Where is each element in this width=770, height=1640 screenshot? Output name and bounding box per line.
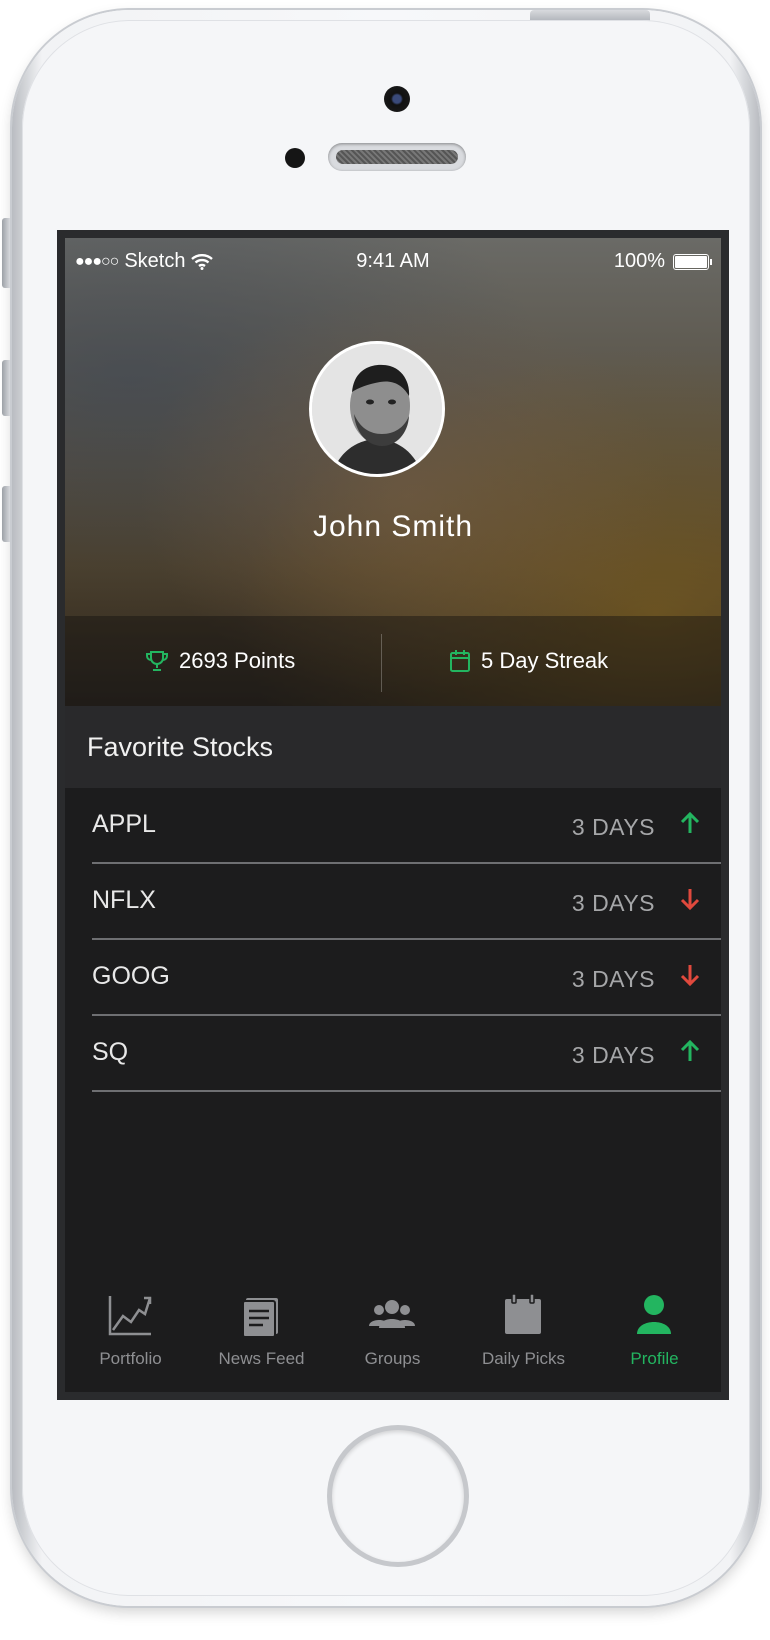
arrow-up-icon xyxy=(680,811,700,833)
tab-profile[interactable]: Profile xyxy=(589,1278,720,1392)
stock-symbol: GOOG xyxy=(92,962,170,990)
chart-line-icon xyxy=(108,1296,152,1336)
tab-label: Profile xyxy=(630,1349,679,1368)
volume-up-button xyxy=(2,360,10,416)
proximity-sensor xyxy=(285,148,305,168)
home-button[interactable] xyxy=(332,1430,464,1562)
stock-row-goog[interactable]: GOOG 3 DAYS xyxy=(92,940,721,1016)
trophy-icon xyxy=(146,651,168,671)
earpiece-speaker xyxy=(328,143,466,171)
tab-daily-picks[interactable]: Daily Picks xyxy=(458,1278,589,1392)
stats-bar: 2693 Points 5 Day Streak xyxy=(65,616,721,706)
battery-icon xyxy=(673,253,712,270)
front-camera xyxy=(384,86,410,112)
avatar-photo xyxy=(312,344,442,474)
favorite-stocks-header: Favorite Stocks xyxy=(65,706,721,788)
stock-duration: 3 DAYS xyxy=(571,966,655,992)
points-stat: 2693 Points xyxy=(145,616,295,706)
tab-news-feed[interactable]: News Feed xyxy=(196,1278,327,1392)
stock-row-appl[interactable]: APPL 3 DAYS xyxy=(92,788,721,864)
streak-value: 5 Day Streak xyxy=(481,648,609,673)
stock-symbol: APPL xyxy=(92,810,156,838)
person-icon xyxy=(637,1295,671,1334)
points-value: 2693 Points xyxy=(179,648,296,673)
app-screen: ●●●○○ Sketch 9:41 AM 100% John Smith 269… xyxy=(57,230,729,1400)
streak-stat: 5 Day Streak xyxy=(449,616,608,706)
arrow-up-icon xyxy=(680,1039,700,1061)
calendar-icon xyxy=(450,650,470,672)
tab-portfolio[interactable]: Portfolio xyxy=(65,1278,196,1392)
user-name: John Smith xyxy=(312,510,474,543)
tab-label: Daily Picks xyxy=(481,1349,566,1368)
profile-header: ●●●○○ Sketch 9:41 AM 100% John Smith 269… xyxy=(65,238,721,706)
battery-percent: 100% xyxy=(613,250,665,272)
tab-bar: Portfolio News Feed Groups Daily Picks P… xyxy=(65,1278,721,1392)
volume-down-button xyxy=(2,486,10,542)
tab-groups[interactable]: Groups xyxy=(327,1278,458,1392)
section-title: Favorite Stocks xyxy=(87,731,274,762)
tab-label: Groups xyxy=(364,1349,421,1368)
calendar-icon xyxy=(505,1293,541,1334)
newspaper-icon xyxy=(242,1298,278,1338)
stock-duration: 3 DAYS xyxy=(571,890,655,916)
stock-row-nflx[interactable]: NFLX 3 DAYS xyxy=(92,864,721,940)
group-icon xyxy=(369,1300,415,1328)
stock-symbol: NFLX xyxy=(92,886,156,914)
stock-list: APPL 3 DAYS NFLX 3 DAYS GOOG 3 DAYS SQ 3… xyxy=(65,788,721,1092)
tab-label: Portfolio xyxy=(99,1349,162,1368)
arrow-down-icon xyxy=(680,889,700,911)
tab-label: News Feed xyxy=(218,1349,305,1368)
status-bar: ●●●○○ Sketch 9:41 AM 100% xyxy=(65,238,721,278)
stock-row-sq[interactable]: SQ 3 DAYS xyxy=(92,1016,721,1092)
avatar[interactable] xyxy=(309,341,445,477)
stock-duration: 3 DAYS xyxy=(571,814,655,840)
stats-divider xyxy=(381,634,382,692)
stock-symbol: SQ xyxy=(92,1038,129,1066)
stock-duration: 3 DAYS xyxy=(571,1042,655,1068)
mute-switch xyxy=(2,218,10,288)
arrow-down-icon xyxy=(680,965,700,987)
